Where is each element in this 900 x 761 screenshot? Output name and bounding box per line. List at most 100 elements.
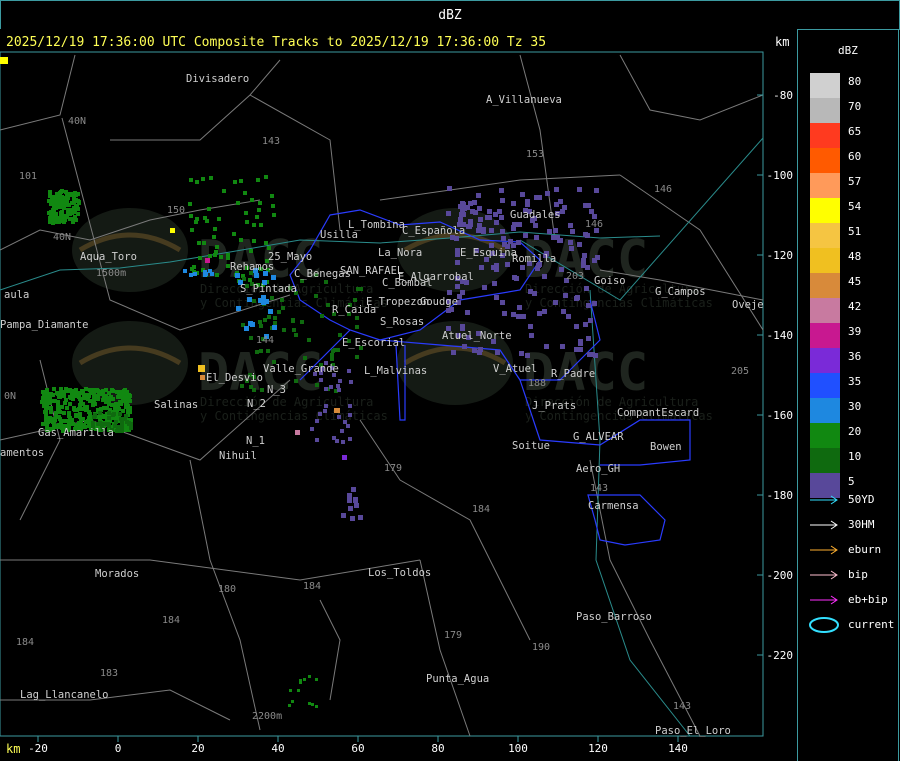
echo-pixel xyxy=(116,395,120,399)
place-label: La_Nora xyxy=(378,247,422,259)
place-label: R_Caida xyxy=(332,304,376,316)
echo-pixel xyxy=(0,57,8,64)
echo-pixel xyxy=(219,255,223,259)
echo-pixel xyxy=(202,241,206,245)
echo-pixel xyxy=(74,388,78,392)
echo-pixel xyxy=(500,198,505,203)
echo-pixel xyxy=(64,200,68,204)
echo-pixel xyxy=(80,407,84,411)
legend-value: 39 xyxy=(848,325,862,338)
echo-pixel xyxy=(214,250,218,254)
echo-pixel xyxy=(272,213,276,217)
echo-pixel xyxy=(594,188,599,193)
place-label: L_Malvinas xyxy=(364,365,427,377)
echo-pixel xyxy=(570,229,575,234)
echo-pixel xyxy=(203,216,207,220)
echo-pixel xyxy=(337,415,341,419)
echo-pixel xyxy=(74,207,78,211)
echo-pixel xyxy=(511,225,516,230)
echo-pixel xyxy=(193,272,197,276)
echo-pixel xyxy=(544,344,549,349)
echo-pixel xyxy=(98,421,102,425)
echo-pixel xyxy=(356,287,360,291)
echo-pixel xyxy=(239,238,243,242)
echo-pixel xyxy=(303,356,307,360)
echo-pixel xyxy=(77,395,81,399)
echo-pixel xyxy=(500,229,505,234)
echo-pixel xyxy=(311,703,314,706)
echo-pixel xyxy=(568,240,573,245)
echo-pixel xyxy=(258,320,262,324)
route-number: 150 xyxy=(167,205,185,216)
echo-pixel xyxy=(489,228,494,233)
echo-pixel xyxy=(48,401,52,405)
echo-pixel xyxy=(245,220,249,224)
route-number: 184 xyxy=(162,615,180,626)
echo-pixel xyxy=(586,203,591,208)
echo-pixel xyxy=(270,194,274,198)
place-label: N_1 xyxy=(246,435,265,447)
place-label: N_3 xyxy=(267,384,286,396)
echo-pixel xyxy=(446,308,451,313)
echo-pixel xyxy=(41,422,45,426)
echo-pixel xyxy=(465,310,470,315)
echo-pixel xyxy=(215,273,219,277)
echo-pixel xyxy=(588,318,593,323)
echo-pixel xyxy=(252,388,256,392)
route-number: 143 xyxy=(673,701,691,712)
echo-pixel xyxy=(247,297,252,302)
echo-pixel xyxy=(478,347,483,352)
route-number: 153 xyxy=(526,149,544,160)
echo-pixel xyxy=(213,227,217,231)
route-number: 180 xyxy=(218,584,236,595)
echo-pixel xyxy=(84,387,88,391)
echo-pixel xyxy=(341,440,345,444)
echo-pixel xyxy=(553,228,558,233)
echo-pixel xyxy=(464,205,469,210)
echo-pixel xyxy=(323,409,327,413)
route-number: 183 xyxy=(100,668,118,679)
x-tick-label: 20 xyxy=(191,742,204,755)
route-number: 184 xyxy=(472,504,490,515)
echo-pixel xyxy=(195,180,199,184)
echo-pixel xyxy=(205,258,210,263)
echo-pixel xyxy=(70,211,74,215)
echo-pixel xyxy=(582,253,587,258)
echo-pixel xyxy=(583,322,588,327)
place-label: G_ALVEAR xyxy=(573,431,624,443)
echo-pixel xyxy=(95,388,99,392)
echo-pixel xyxy=(44,411,48,415)
legend-value: 10 xyxy=(848,450,862,463)
echo-pixel xyxy=(270,296,274,300)
legend-value: 42 xyxy=(848,300,862,313)
y-tick-label: -100 xyxy=(767,169,794,182)
echo-pixel xyxy=(277,310,281,314)
radar-map[interactable]: DACCDirección de Agriculturay Contingenc… xyxy=(0,29,797,761)
place-label: Paso_El_Loro xyxy=(655,725,731,737)
echo-pixel xyxy=(577,187,582,192)
echo-pixel xyxy=(239,179,243,183)
place-label: amentos xyxy=(0,447,44,459)
echo-pixel xyxy=(93,402,97,406)
echo-pixel xyxy=(60,210,64,214)
echo-pixel xyxy=(273,321,277,325)
echo-pixel xyxy=(44,416,48,420)
current-ellipse-icon xyxy=(809,617,839,633)
echo-pixel xyxy=(458,217,463,222)
echo-pixel xyxy=(94,394,98,398)
echo-pixel xyxy=(254,273,259,278)
echo-pixel xyxy=(258,298,263,303)
title-bar: dBZ xyxy=(0,0,900,30)
echo-pixel xyxy=(303,678,306,681)
echo-pixel xyxy=(72,218,76,222)
echo-pixel xyxy=(123,417,127,421)
x-tick-label: 120 xyxy=(588,742,608,755)
echo-pixel xyxy=(517,222,522,227)
echo-pixel xyxy=(497,209,502,214)
echo-pixel xyxy=(52,387,56,391)
echo-pixel xyxy=(98,417,102,421)
legend-value: 80 xyxy=(848,75,862,88)
track-label: 30HM xyxy=(848,518,875,531)
echo-pixel xyxy=(553,300,558,305)
echo-pixel xyxy=(308,675,311,678)
